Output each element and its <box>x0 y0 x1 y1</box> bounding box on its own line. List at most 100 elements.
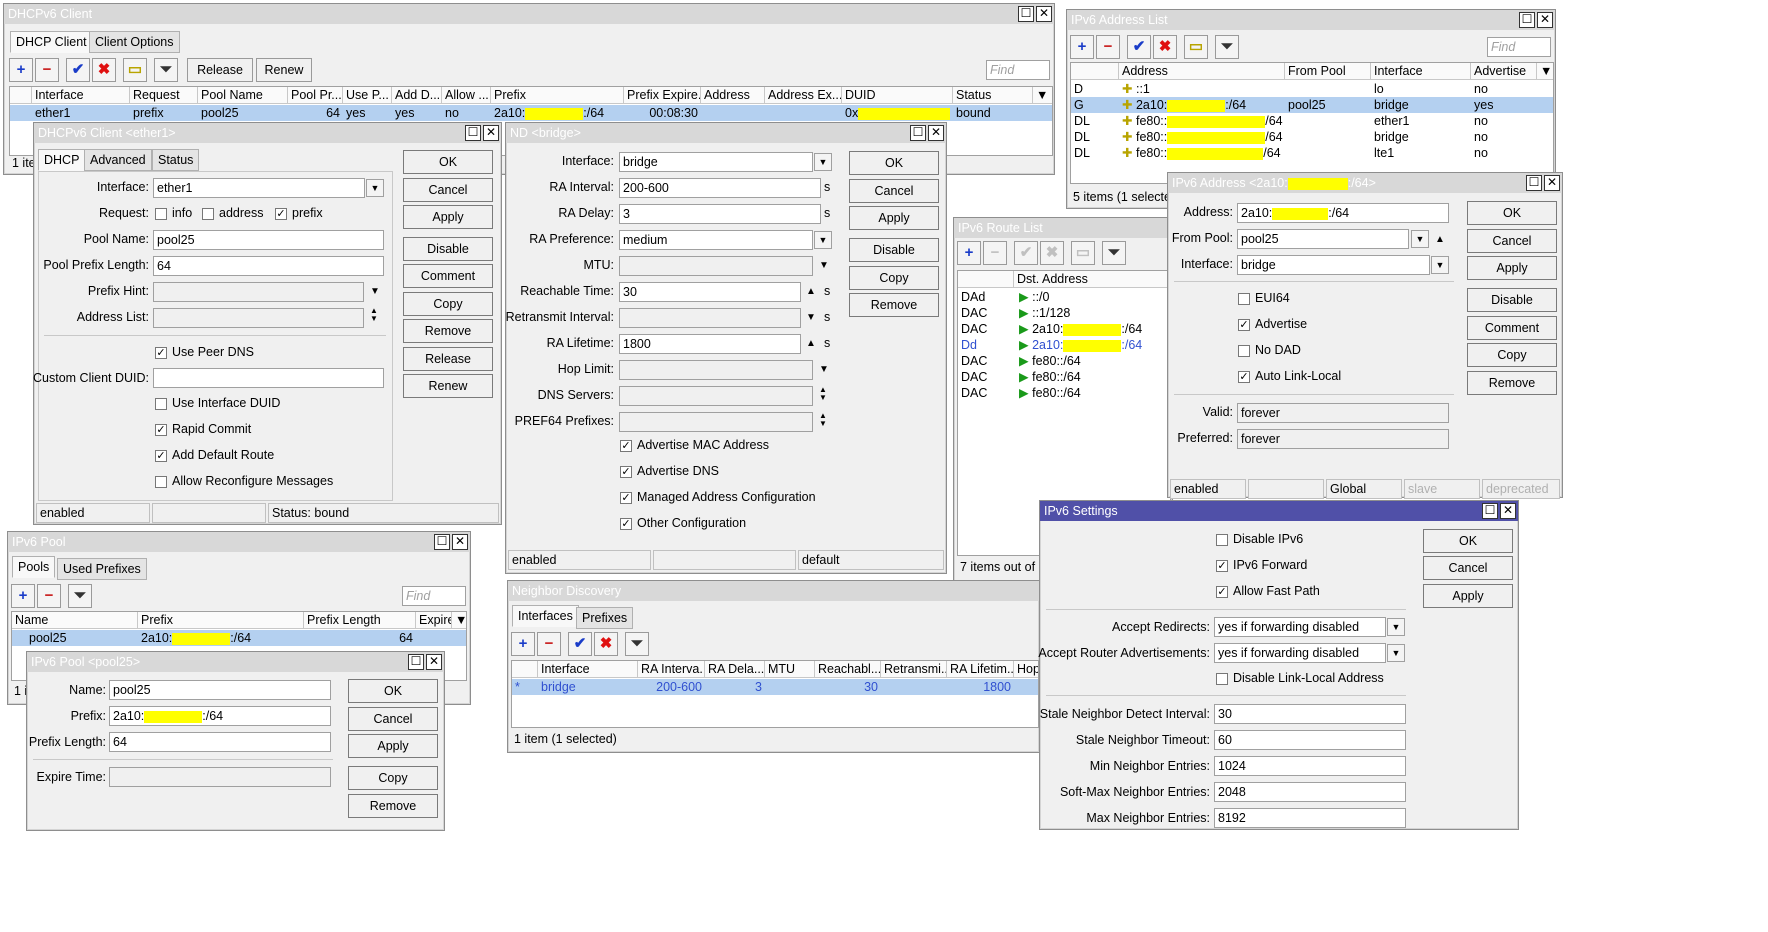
chevron-down-icon[interactable]: ▼ <box>819 365 829 375</box>
col-request[interactable]: Request <box>130 87 198 104</box>
table-row[interactable]: D ✚ ::1 lo no <box>1071 81 1553 97</box>
request-prefix-checkbox[interactable]: ✓ <box>275 208 287 220</box>
disable-icon[interactable]: ✖ <box>92 58 116 82</box>
eui64-checkbox[interactable] <box>1238 293 1250 305</box>
add-icon[interactable]: + <box>9 58 33 82</box>
remove-button[interactable]: Remove <box>1467 371 1557 395</box>
tab-status[interactable]: Status <box>152 149 200 171</box>
col-name[interactable]: Name <box>12 612 138 629</box>
maximize-icon[interactable]: ☐ <box>1482 503 1498 519</box>
ipv6-forward-checkbox[interactable]: ✓ <box>1216 560 1228 572</box>
chevron-down-icon[interactable]: ▼ <box>366 179 384 197</box>
advertise-mac-checkbox[interactable]: ✓ <box>620 440 632 452</box>
chevron-down-icon[interactable]: ▼ <box>806 313 816 323</box>
copy-button[interactable]: Copy <box>1467 343 1557 367</box>
chevron-down-icon[interactable]: ▼ <box>1387 618 1405 636</box>
remove-icon[interactable]: − <box>1096 35 1120 59</box>
cancel-button[interactable]: Cancel <box>1467 229 1557 253</box>
remove-icon[interactable]: − <box>37 584 61 608</box>
col-status[interactable]: Status <box>953 87 1033 104</box>
auto-link-local-checkbox[interactable]: ✓ <box>1238 371 1250 383</box>
maximize-icon[interactable]: ☐ <box>434 534 450 550</box>
table-row[interactable]: DAC ▶ 2a10::/64 <box>958 321 1170 337</box>
chevron-down-icon[interactable]: ▼ <box>819 261 829 271</box>
remove-icon[interactable]: − <box>35 58 59 82</box>
prefix-length-field[interactable]: 64 <box>109 732 331 752</box>
enable-icon[interactable]: ✔ <box>1127 35 1151 59</box>
softmax-entries-field[interactable]: 2048 <box>1214 782 1406 802</box>
table-row[interactable]: DL ✚ fe80::/64 bridge no <box>1071 129 1553 145</box>
copy-button[interactable]: Copy <box>348 766 438 790</box>
chevron-down-icon[interactable]: ▼ <box>1431 256 1449 274</box>
disable-ipv6-checkbox[interactable] <box>1216 534 1228 546</box>
add-icon[interactable]: + <box>1070 35 1094 59</box>
col-prefix[interactable]: Prefix <box>138 612 304 629</box>
ok-button[interactable]: OK <box>849 151 939 175</box>
interface-field[interactable]: bridge <box>619 152 813 172</box>
table-row[interactable]: DAC ▶ ::1/128 <box>958 305 1170 321</box>
apply-button[interactable]: Apply <box>348 734 438 758</box>
ra-preference-field[interactable]: medium <box>619 230 813 250</box>
enable-icon[interactable]: ✔ <box>66 58 90 82</box>
hop-limit-field[interactable] <box>619 360 813 380</box>
pref64-prefixes-field[interactable] <box>619 412 813 432</box>
chevron-up-icon[interactable]: ▲ <box>806 339 816 349</box>
col-add-default[interactable]: Add D... <box>392 87 442 104</box>
dns-servers-field[interactable] <box>619 386 813 406</box>
col-prefix[interactable]: Prefix <box>491 87 624 104</box>
table-row[interactable]: DAC ▶ fe80::/64 <box>958 385 1170 401</box>
find-input[interactable]: Find <box>1487 37 1551 57</box>
columns-menu[interactable]: ▼ <box>452 612 466 629</box>
advertise-checkbox[interactable]: ✓ <box>1238 319 1250 331</box>
allow-reconfigure-checkbox[interactable] <box>155 476 167 488</box>
add-icon[interactable]: + <box>957 241 981 265</box>
table-row[interactable]: DAC ▶ fe80::/64 <box>958 369 1170 385</box>
table-row[interactable]: ether1 prefix pool25 64 yes yes no 2a10:… <box>10 105 1052 121</box>
filter-icon[interactable]: ⏷ <box>68 584 92 608</box>
close-icon[interactable]: ✕ <box>928 125 944 141</box>
ra-interval-field[interactable]: 200-600 <box>619 178 821 198</box>
tab-prefixes[interactable]: Prefixes <box>576 607 634 629</box>
interface-field[interactable]: bridge <box>1237 255 1430 275</box>
reachable-time-field[interactable]: 30 <box>619 282 801 302</box>
remove-icon[interactable]: − <box>983 241 1007 265</box>
disable-button[interactable]: Disable <box>849 238 939 262</box>
disable-icon[interactable]: ✖ <box>1040 241 1064 265</box>
tab-dhcp-client[interactable]: DHCP Client <box>10 31 93 53</box>
col-interface[interactable]: Interface <box>538 661 638 678</box>
remove-button[interactable]: Remove <box>348 794 438 818</box>
col-ra-lifetime[interactable]: RA Lifetim... <box>947 661 1014 678</box>
chevron-down-icon[interactable]: ▼ <box>1387 644 1405 662</box>
col-mtu[interactable]: MTU <box>765 661 815 678</box>
custom-duid-field[interactable] <box>153 368 384 388</box>
tab-advanced[interactable]: Advanced <box>84 149 152 171</box>
ok-button[interactable]: OK <box>403 150 493 174</box>
address-field[interactable]: 2a10::/64 <box>1237 203 1449 223</box>
up-down-icon[interactable]: ▲ ▼ <box>370 307 378 323</box>
prefix-field[interactable]: 2a10::/64 <box>109 706 331 726</box>
pool-prefix-length-field[interactable]: 64 <box>153 256 384 276</box>
chevron-up-icon[interactable]: ▲ <box>1435 235 1445 245</box>
find-input[interactable]: Find <box>986 60 1050 80</box>
advertise-dns-checkbox[interactable]: ✓ <box>620 466 632 478</box>
from-pool-field[interactable]: pool25 <box>1237 229 1409 249</box>
interface-field[interactable]: ether1 <box>153 178 365 198</box>
cancel-button[interactable]: Cancel <box>403 178 493 202</box>
stale-interval-field[interactable]: 30 <box>1214 704 1406 724</box>
renew-button[interactable]: Renew <box>256 58 312 82</box>
disable-button[interactable]: Disable <box>1467 288 1557 312</box>
filter-icon[interactable]: ⏷ <box>625 632 649 656</box>
table-row[interactable]: * bridge 200-600 3 30 1800 <box>512 679 1038 695</box>
copy-button[interactable]: Copy <box>849 266 939 290</box>
close-icon[interactable]: ✕ <box>1500 503 1516 519</box>
close-icon[interactable]: ✕ <box>452 534 468 550</box>
maximize-icon[interactable]: ☐ <box>465 125 481 141</box>
filter-icon[interactable]: ⏷ <box>1102 241 1126 265</box>
tab-dhcp[interactable]: DHCP <box>38 149 86 171</box>
filter-icon[interactable]: ⏷ <box>1215 35 1239 59</box>
comment-button[interactable]: Comment <box>1467 316 1557 340</box>
add-default-route-checkbox[interactable]: ✓ <box>155 450 167 462</box>
prefix-hint-field[interactable] <box>153 282 364 302</box>
address-list-field[interactable] <box>153 308 364 328</box>
col-address-expire[interactable]: Address Ex... <box>765 87 842 104</box>
